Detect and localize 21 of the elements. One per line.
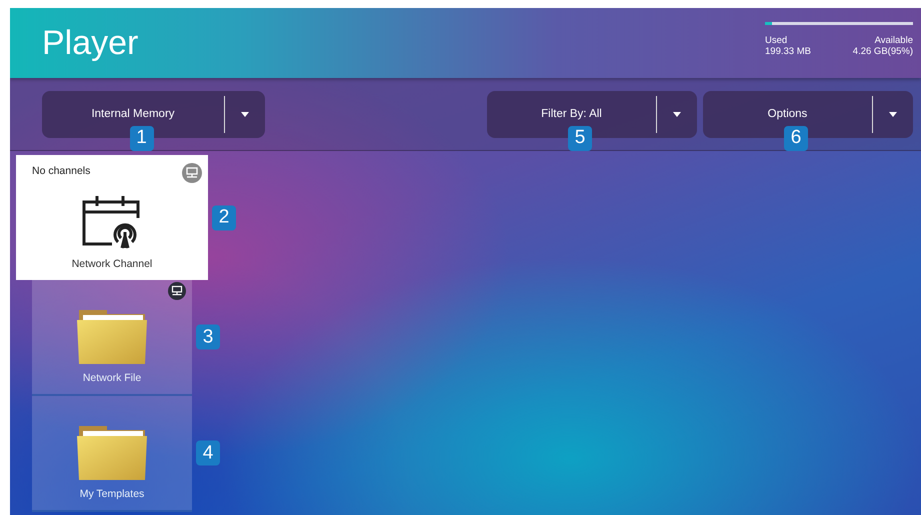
callout-badge: 2 (212, 205, 236, 230)
caret-icon (241, 112, 249, 116)
callout-badge: 4 (196, 440, 220, 466)
folder-icon (77, 424, 147, 480)
available-label: Available (874, 34, 913, 46)
available-value: 4.26 GB(95%) (852, 46, 913, 56)
callout-badge: 6 (784, 126, 808, 150)
caret-icon (673, 112, 681, 116)
page-title: Player (42, 24, 138, 62)
calendar-broadcast-icon (82, 194, 142, 250)
callout-badge: 3 (196, 324, 220, 350)
used-label: Used (765, 34, 788, 46)
tile-label: My Templates (80, 488, 144, 500)
callout-badge: 1 (130, 126, 154, 150)
folder-icon (77, 308, 147, 364)
used-value: 199.33 MB (765, 46, 811, 56)
caret-icon (889, 112, 897, 116)
callout-badge: 5 (568, 126, 592, 150)
tile-label: Network Channel (72, 258, 152, 270)
tile-label: Network File (82, 372, 142, 384)
status-text: No channels (32, 165, 90, 177)
